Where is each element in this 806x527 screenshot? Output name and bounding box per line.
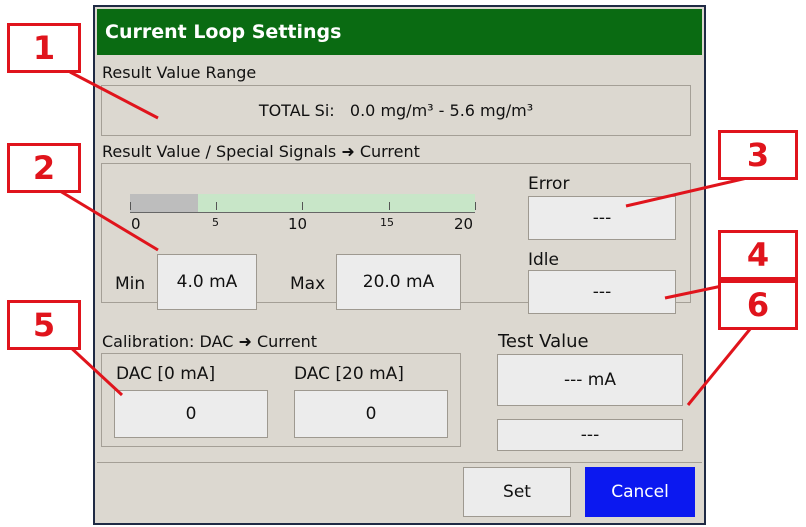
callout-line-2 <box>49 183 159 252</box>
callout-line-5 <box>66 343 124 397</box>
callout-line-1 <box>69 70 159 120</box>
callout-5: 5 <box>7 300 81 350</box>
callout-2: 2 <box>7 143 81 193</box>
callout-line-6 <box>686 322 757 406</box>
callout-4: 4 <box>718 230 798 280</box>
callout-6: 6 <box>718 280 798 330</box>
callout-3: 3 <box>718 130 798 180</box>
callout-leaders <box>49 70 761 406</box>
callout-1: 1 <box>7 23 81 73</box>
